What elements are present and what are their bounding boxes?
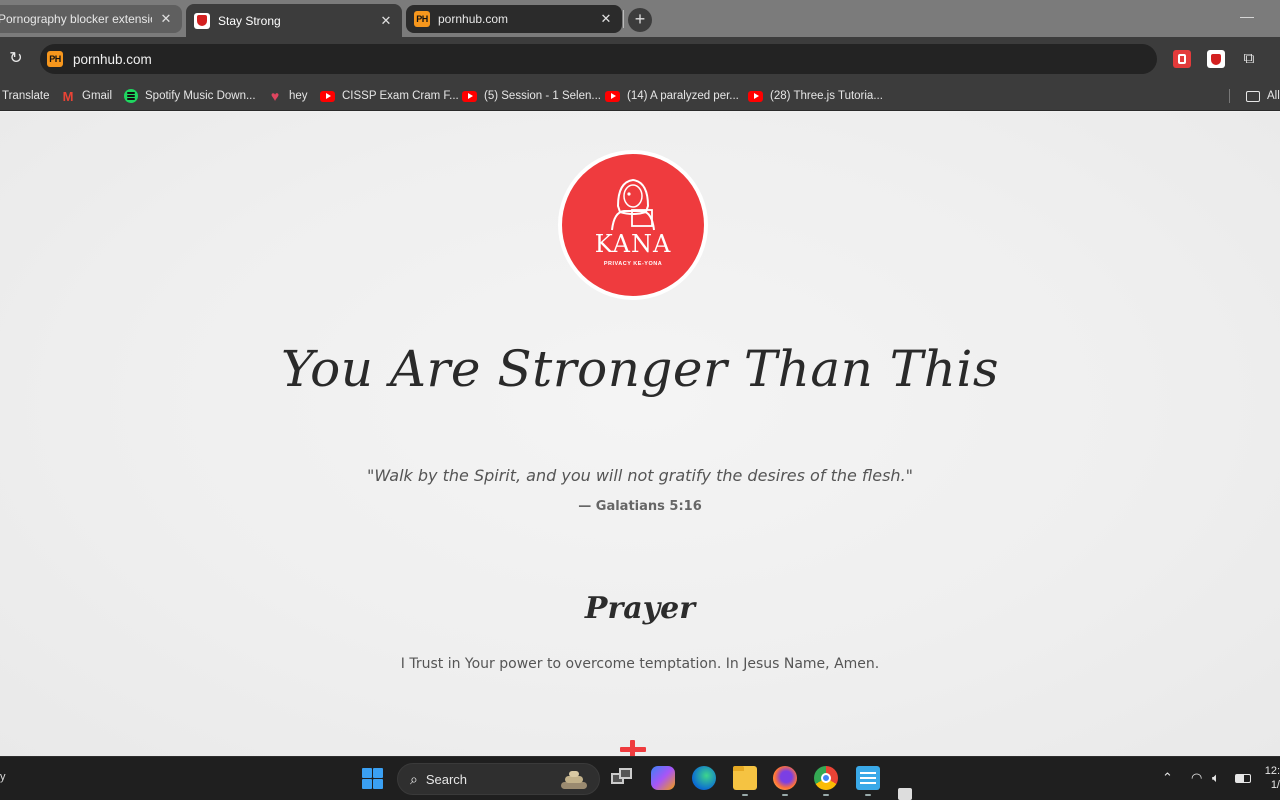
windows-start-icon[interactable] xyxy=(362,768,383,789)
reload-icon[interactable]: ↻ xyxy=(6,49,26,69)
edge-icon[interactable] xyxy=(692,766,716,790)
bookmark-label: (14) A paralyzed per... xyxy=(627,90,739,102)
youtube-icon xyxy=(748,90,763,102)
bookmark-hey[interactable]: ♥ hey xyxy=(268,86,308,106)
bookmark-label: hey xyxy=(289,90,308,102)
close-icon[interactable]: ✕ xyxy=(158,11,174,27)
bookmark-spotify[interactable]: Spotify Music Down... xyxy=(124,86,256,106)
bookmark-cissp[interactable]: CISSP Exam Cram F... xyxy=(320,86,459,106)
minimize-icon[interactable]: — xyxy=(1240,8,1254,24)
bookmark-separator xyxy=(1229,89,1230,103)
spotify-icon xyxy=(124,89,138,103)
search-label: Search xyxy=(425,771,468,787)
volume-icon[interactable]: 🔈︎ xyxy=(1212,770,1220,786)
extension-red-icon[interactable] xyxy=(1173,50,1191,68)
extension-shield-icon[interactable] xyxy=(1207,50,1225,68)
ph-favicon-icon: PH xyxy=(47,51,63,67)
tab-title: pornhub.com xyxy=(438,12,509,26)
bookmark-label: Spotify Music Down... xyxy=(145,90,256,102)
notepad-icon[interactable] xyxy=(856,766,880,796)
bookmark-label: (5) Session - 1 Selen... xyxy=(484,90,601,102)
extensions-puzzle-icon[interactable]: ⧉ xyxy=(1240,50,1258,68)
tab-strip: Pornography blocker extension ✕ Stay Str… xyxy=(0,0,1280,37)
file-explorer-icon[interactable] xyxy=(733,766,757,796)
battery-icon[interactable] xyxy=(1235,774,1251,783)
youtube-icon xyxy=(605,90,620,102)
browser-toolbar: ↻ PH pornhub.com ⧉ xyxy=(0,37,1280,81)
hooded-figure-icon xyxy=(611,178,655,231)
clock-date: 1/ xyxy=(1270,779,1280,791)
address-bar[interactable]: PH pornhub.com xyxy=(40,44,1157,74)
gmail-icon: M xyxy=(62,88,74,104)
shield-icon xyxy=(194,12,210,29)
page-headline: You Are Stronger Than This xyxy=(281,340,999,398)
chevron-up-icon[interactable]: ⌃ xyxy=(1162,770,1173,786)
tab-title: Pornography blocker extension xyxy=(0,12,152,26)
bookmark-threejs[interactable]: (28) Three.js Tutoria... xyxy=(748,86,883,106)
tab-title: Stay Strong xyxy=(218,13,281,28)
youtube-icon xyxy=(320,90,335,102)
taskbar-search[interactable]: ⌕ Search xyxy=(397,763,600,795)
bookmark-paralyzed[interactable]: (14) A paralyzed per... xyxy=(605,86,739,106)
bookmark-label: Translate xyxy=(2,90,50,102)
close-icon[interactable]: ✕ xyxy=(378,13,394,29)
bookmarks-bar: Translate M Gmail Spotify Music Down... … xyxy=(0,81,1280,111)
bookmark-gmail[interactable]: M Gmail xyxy=(61,86,112,106)
logo-tagline: PRIVACY KE-YONA xyxy=(603,261,663,267)
cross-icon xyxy=(620,740,646,756)
close-icon[interactable]: ✕ xyxy=(598,11,614,27)
new-tab-button[interactable]: + xyxy=(628,8,652,32)
kana-logo: KANA PRIVACY KE-YONA xyxy=(558,150,708,300)
folder-icon xyxy=(1246,89,1260,103)
small-app-icon[interactable] xyxy=(898,788,912,800)
tab-separator xyxy=(623,10,624,28)
prayer-text: I Trust in Your power to overcome tempta… xyxy=(400,656,880,672)
taskbar-left-text: y xyxy=(0,771,6,783)
verse-reference: — Galatians 5:16 xyxy=(578,499,702,514)
bookmark-label: CISSP Exam Cram F... xyxy=(342,90,459,102)
system-clock[interactable]: 12: 1/ xyxy=(1264,764,1280,792)
page-content: KANA PRIVACY KE-YONA You Are Stronger Th… xyxy=(0,112,1280,756)
prayer-heading: Prayer xyxy=(584,591,696,626)
chrome-icon[interactable] xyxy=(814,766,838,796)
search-icon: ⌕ xyxy=(410,770,418,787)
heart-icon: ♥ xyxy=(270,88,280,104)
clock-time: 12: xyxy=(1264,765,1280,777)
youtube-icon xyxy=(462,90,477,102)
bookmark-label: (28) Three.js Tutoria... xyxy=(770,90,883,102)
address-url[interactable]: pornhub.com xyxy=(73,52,152,67)
tab-stay-strong[interactable]: Stay Strong ✕ xyxy=(186,4,402,37)
wifi-icon[interactable]: ◠ xyxy=(1191,770,1202,786)
bookmark-session[interactable]: (5) Session - 1 Selen... xyxy=(462,86,601,106)
logo-circle: KANA PRIVACY KE-YONA xyxy=(562,154,704,296)
firefox-icon[interactable] xyxy=(773,766,797,796)
task-view-icon[interactable] xyxy=(611,766,635,790)
tab-pornhub[interactable]: PH pornhub.com ✕ xyxy=(406,5,622,33)
bookmark-label: Gmail xyxy=(82,90,113,102)
bookmark-all-bookmarks[interactable]: All Bookmarks xyxy=(1246,86,1280,106)
logo-name: KANA xyxy=(594,230,672,258)
copilot-icon[interactable] xyxy=(651,766,675,790)
search-highlight-icon xyxy=(557,770,587,790)
tab-pornography-blocker[interactable]: Pornography blocker extension ✕ xyxy=(0,5,182,33)
bible-verse: "Walk by the Spirit, and you will not gr… xyxy=(366,466,914,485)
windows-taskbar: y ⌕ Search ⌃ ◠ 🔈︎ 12: 1/ xyxy=(0,756,1280,800)
ph-favicon-icon: PH xyxy=(414,11,430,27)
bookmark-label: All Bookmarks xyxy=(1267,90,1280,102)
bookmark-translate[interactable]: Translate xyxy=(2,86,50,106)
